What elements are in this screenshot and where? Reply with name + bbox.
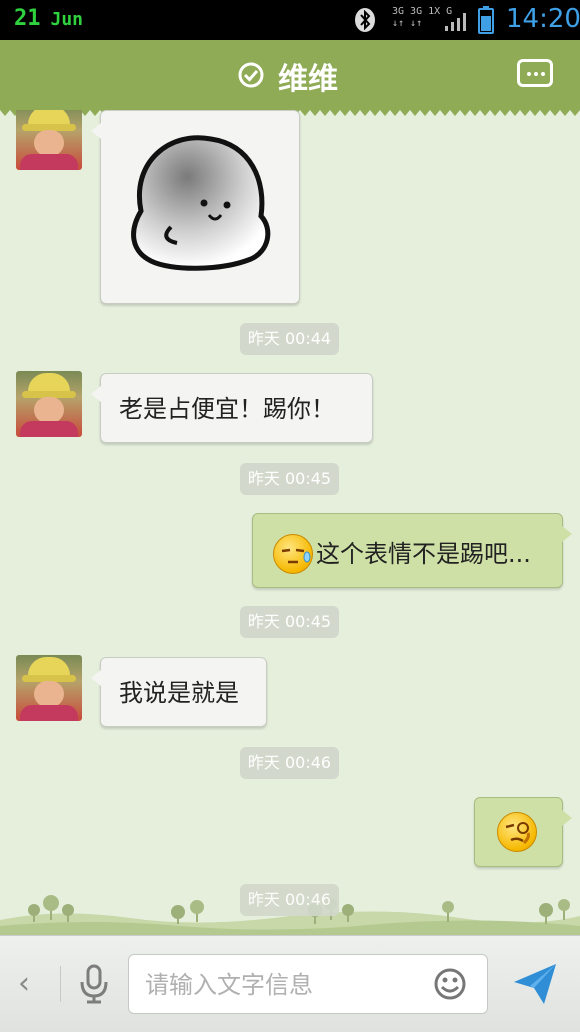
message-bubble-incoming[interactable]: 我说是就是 xyxy=(91,657,267,727)
more-options-button[interactable] xyxy=(517,59,553,87)
chat-header: 维维 xyxy=(0,40,580,116)
sweat-face-emoji xyxy=(273,534,313,574)
timestamp: 昨天 00:45 xyxy=(240,463,339,495)
blob-ghost-sticker xyxy=(131,135,271,271)
more-options-icon xyxy=(527,72,531,76)
divider xyxy=(60,966,61,1002)
message-text: 这个表情不是踢吧... xyxy=(316,540,531,568)
input-bar: ‹ xyxy=(0,935,580,1032)
message-text: 我说是就是 xyxy=(119,679,239,707)
send-icon[interactable] xyxy=(512,962,558,1006)
check-circle-icon xyxy=(238,62,264,88)
timestamp: 昨天 00:44 xyxy=(240,323,339,355)
status-time: 14:20 xyxy=(506,4,580,34)
avatar[interactable] xyxy=(16,655,82,721)
message-input[interactable] xyxy=(143,965,417,1005)
timestamp: 昨天 00:46 xyxy=(240,747,339,779)
timestamp: 昨天 00:45 xyxy=(240,606,339,638)
message-bubble-outgoing[interactable]: 这个表情不是踢吧... xyxy=(252,513,572,588)
battery-icon xyxy=(478,6,494,34)
chevron-left-icon[interactable]: ‹ xyxy=(18,966,30,1001)
thinking-face-emoji xyxy=(497,812,537,852)
signal-icon xyxy=(445,13,466,31)
status-bar: 21 Jun 3G 3G 1X G ↓↑ ↓↑ 14:20 xyxy=(0,0,580,40)
chat-title: 维维 xyxy=(278,62,338,97)
message-bubble-incoming[interactable]: 老是占便宜！踢你！ xyxy=(91,373,373,443)
microphone-icon[interactable] xyxy=(78,964,110,1004)
status-date: 21 Jun xyxy=(14,6,83,31)
message-text: 老是占便宜！踢你！ xyxy=(119,395,335,423)
status-month: Jun xyxy=(50,9,84,30)
bluetooth-icon xyxy=(355,8,375,32)
avatar[interactable] xyxy=(16,371,82,437)
avatar[interactable] xyxy=(16,110,82,170)
timestamp: 昨天 00:46 xyxy=(240,884,339,916)
sticker-bubble[interactable] xyxy=(91,110,300,304)
smiley-icon[interactable] xyxy=(433,967,467,1001)
status-day: 21 xyxy=(14,6,41,31)
message-bubble-outgoing[interactable] xyxy=(474,797,572,867)
message-input-box[interactable] xyxy=(128,954,488,1014)
